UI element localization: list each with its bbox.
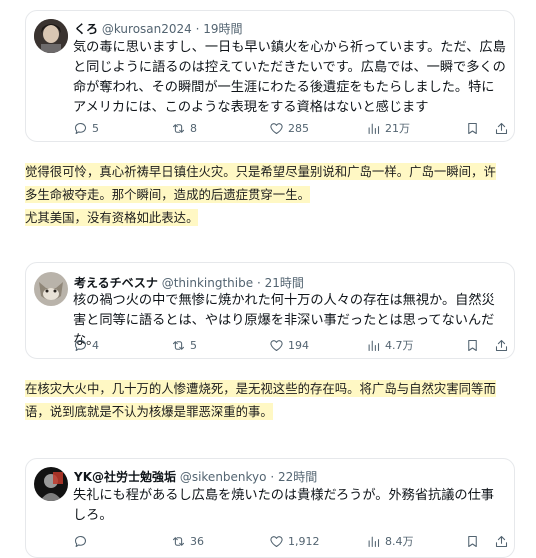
translation-line: 多生命被夺走。那个瞬间，造成的后遗症贯穿一生。: [25, 187, 310, 202]
tweet-header: YK@社労士勉強垢 @sikenbenkyo · 22時間: [74, 470, 318, 484]
handle[interactable]: @sikenbenkyo: [180, 470, 267, 484]
like-count: 194: [288, 338, 309, 352]
bookmark-button[interactable]: [465, 337, 480, 353]
like-count: 285: [288, 121, 309, 135]
avatar[interactable]: [34, 467, 68, 501]
display-name[interactable]: くろ: [74, 22, 98, 36]
avatar[interactable]: [34, 272, 68, 306]
translation-line: 觉得很可怜，真心祈祷早日镇住火灾。只是希望尽量别说和广岛一样。广岛一瞬间，许: [25, 164, 496, 179]
translation-line: 在核灾大火中，几十万的人惨遭烧死，是无视这些的存在吗。将广岛与自然灾害同等而: [25, 381, 496, 396]
repost-count: 5: [190, 338, 197, 352]
like-icon: [270, 122, 283, 134]
timestamp[interactable]: 22時間: [278, 470, 317, 484]
translation-line: 语，说到底就是不认为核爆是罪恶深重的事。: [25, 404, 273, 419]
reply-count: 5: [92, 121, 99, 135]
like-icon: [270, 535, 283, 547]
repost-button[interactable]: 8: [171, 120, 197, 136]
tweet-card[interactable]: YK@社労士勉強垢 @sikenbenkyo · 22時間 失礼にも程があるし広…: [25, 458, 515, 558]
reply-icon: [74, 535, 86, 547]
repost-icon: [172, 536, 185, 546]
like-count: 1,912: [288, 534, 320, 548]
reply-button[interactable]: 4: [73, 337, 99, 353]
share-icon: [495, 535, 508, 547]
repost-count: 36: [190, 534, 204, 548]
share-button[interactable]: [494, 337, 509, 353]
repost-button[interactable]: 5: [171, 337, 197, 353]
reply-icon: [74, 339, 86, 351]
views-button[interactable]: 4.7万: [366, 337, 414, 353]
avatar-image: [34, 272, 68, 306]
views-icon: [368, 123, 380, 134]
views-icon: [368, 340, 380, 351]
display-name[interactable]: YK@社労士勉強垢: [74, 470, 176, 484]
reply-count: 4: [92, 338, 99, 352]
like-icon: [270, 339, 283, 351]
tweet-card[interactable]: くろ @kurosan2024 · 19時間 気の毒に思いますし、一日も早い鎮火…: [25, 10, 515, 142]
avatar-image: [34, 467, 68, 501]
tweet-header: 考えるチベスナ @thinkingthibe · 21時間: [74, 276, 304, 290]
timestamp[interactable]: 19時間: [203, 22, 242, 36]
share-icon: [495, 122, 508, 134]
handle[interactable]: @thinkingthibe: [162, 276, 253, 290]
bookmark-icon: [468, 535, 477, 547]
repost-icon: [172, 340, 185, 350]
tweet-text: 気の毒に思いますし、一日も早い鎮火を心から祈っています。ただ、広島と同じように語…: [73, 40, 506, 115]
translation-note: 觉得很可怜，真心祈祷早日镇住火灾。只是希望尽量别说和广岛一样。广岛一瞬间，许 多…: [25, 160, 515, 229]
translation-note: 在核灾大火中，几十万的人惨遭烧死，是无视这些的存在吗。将广岛与自然灾害同等而 语…: [25, 377, 515, 423]
tweet-text: 失礼にも程があるし広島を焼いたのは貴様だろうが。外務省抗議の仕事しろ。: [73, 488, 494, 523]
action-bar: 4 5 194 4.7万: [73, 337, 509, 353]
repost-icon: [172, 123, 185, 133]
reply-button[interactable]: 5: [73, 120, 99, 136]
translation-line: 尤其美国，没有资格如此表达。: [25, 210, 199, 225]
views-icon: [368, 536, 380, 547]
like-button[interactable]: 194: [269, 337, 309, 353]
tweet-header: くろ @kurosan2024 · 19時間: [74, 22, 243, 36]
repost-count: 8: [190, 121, 197, 135]
bookmark-icon: [468, 339, 477, 351]
avatar-image: [34, 19, 68, 53]
action-bar: 5 8 285 21万: [73, 120, 509, 136]
views-button[interactable]: 21万: [366, 120, 410, 136]
reply-icon: [74, 122, 86, 134]
avatar[interactable]: [34, 19, 68, 53]
share-icon: [495, 339, 508, 351]
display-name[interactable]: 考えるチベスナ: [74, 276, 158, 290]
handle[interactable]: @kurosan2024: [102, 22, 192, 36]
like-button[interactable]: 285: [269, 120, 309, 136]
share-button[interactable]: [494, 120, 509, 136]
bookmark-icon: [468, 122, 477, 134]
timestamp[interactable]: 21時間: [265, 276, 304, 290]
bookmark-button[interactable]: [465, 120, 480, 136]
views-count: 4.7万: [385, 339, 414, 352]
views-count: 21万: [385, 122, 410, 135]
tweet-card[interactable]: 考えるチベスナ @thinkingthibe · 21時間 核の禍つ火の中で無惨…: [25, 262, 515, 359]
